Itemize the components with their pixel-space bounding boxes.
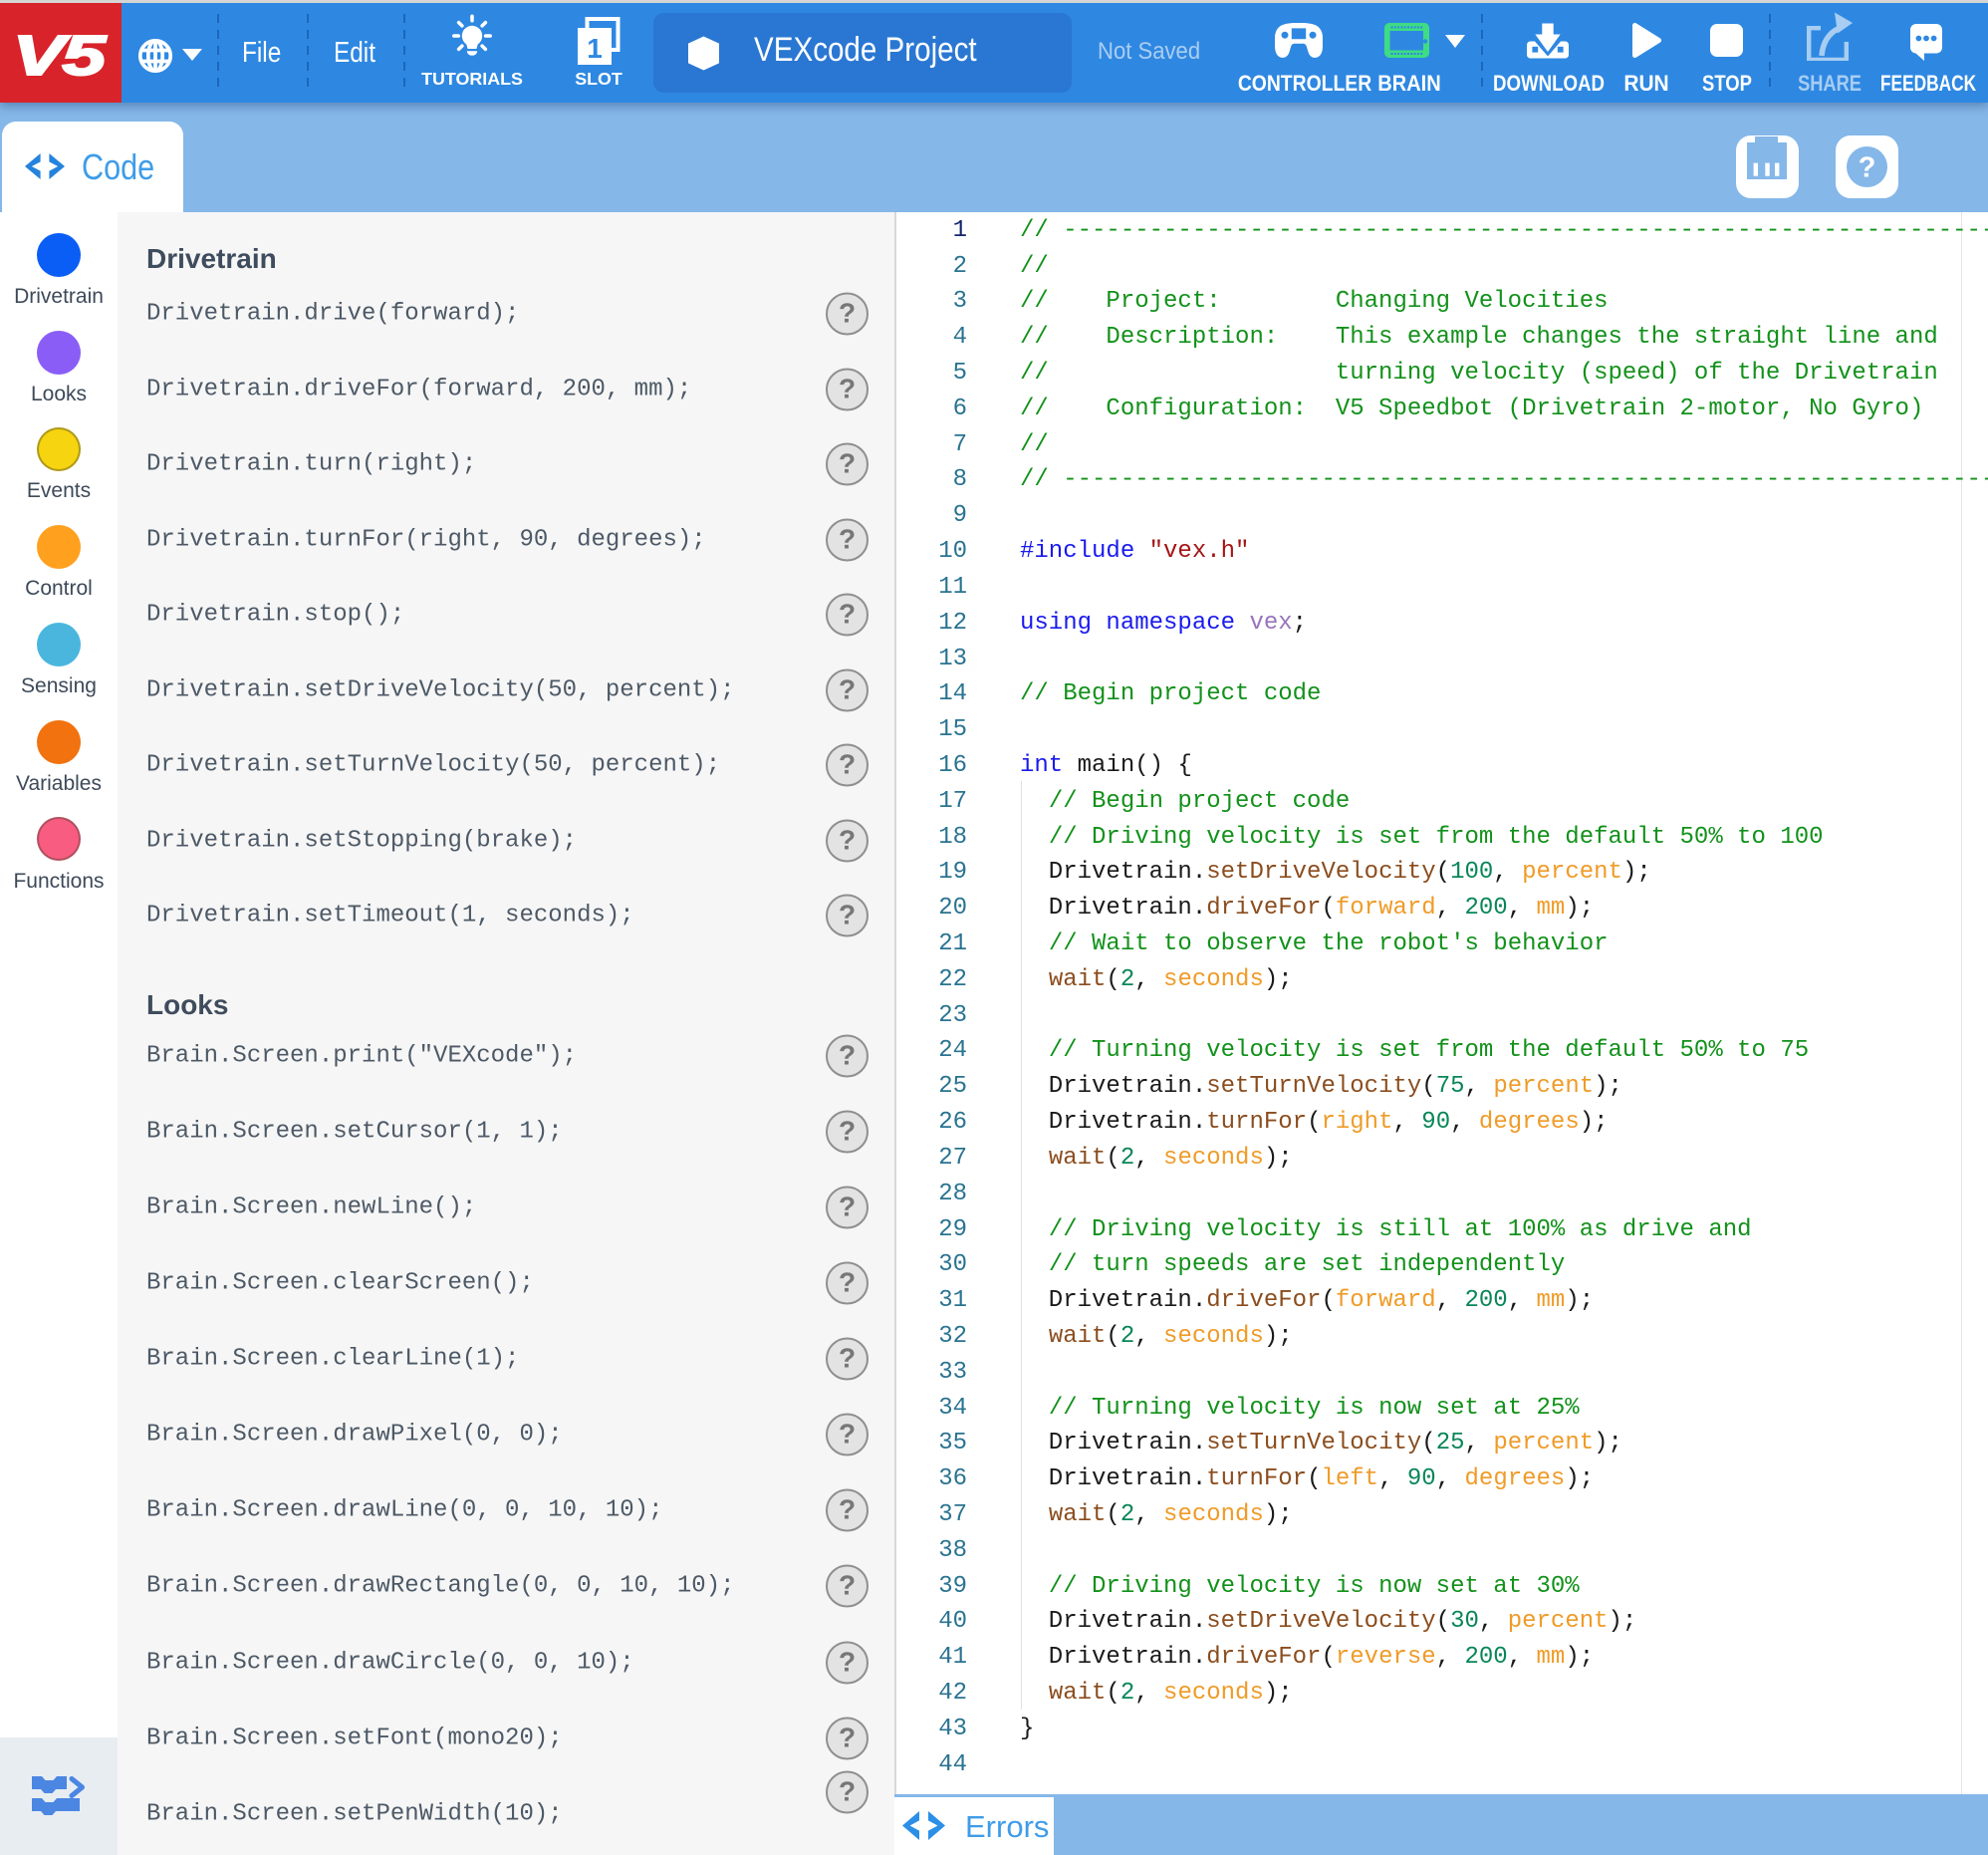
svg-text:V5: V5 — [13, 24, 107, 88]
svg-text:1: 1 — [587, 33, 603, 64]
svg-text:?: ? — [1859, 152, 1876, 184]
